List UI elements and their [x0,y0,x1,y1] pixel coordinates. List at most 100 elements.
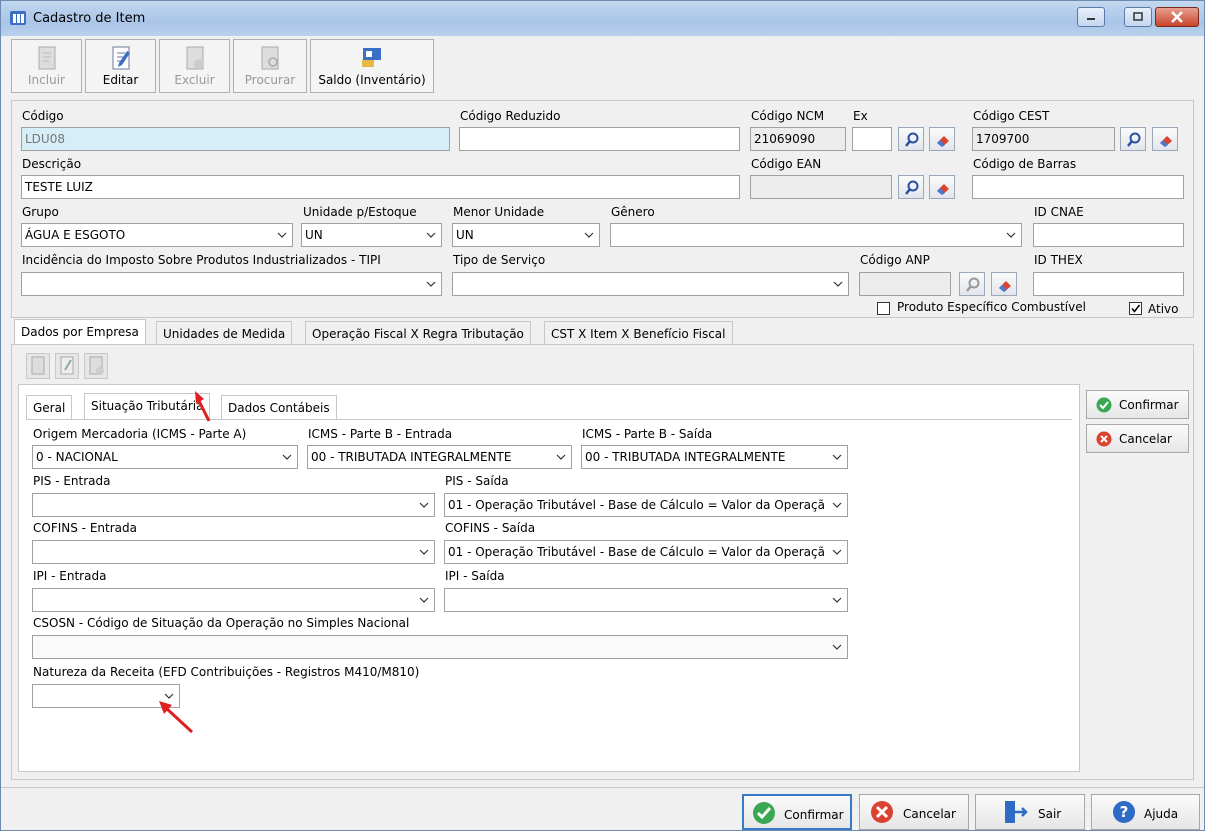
servico-select[interactable] [452,272,849,296]
svg-text:?: ? [1120,803,1129,821]
chevron-down-icon [419,502,429,508]
cest-search-button[interactable] [1120,127,1146,151]
chevron-down-icon [832,454,842,460]
cest-field[interactable]: 1709700 [972,127,1115,151]
chevron-down-icon [833,281,843,287]
tipi-select[interactable] [21,272,442,296]
edit-document-icon [112,46,130,70]
saldo-inventario-button[interactable]: Saldo (Inventário) [310,39,434,93]
annotation-arrow-natureza [159,701,194,734]
ipi-entrada-select[interactable] [32,588,435,612]
tab-cst-beneficio[interactable]: CST X Item X Benefício Fiscal [544,321,733,345]
ncm-field[interactable]: 21069090 [750,127,846,151]
cancelar-button[interactable]: Cancelar [859,794,969,830]
grupo-select[interactable]: ÁGUA E ESGOTO [21,223,293,247]
side-cancelar-button[interactable]: Cancelar [1086,424,1189,453]
pis-entrada-select[interactable] [32,493,435,517]
unidade-select[interactable]: UN [301,223,442,247]
origem-select[interactable]: 0 - NACIONAL [32,445,298,469]
cnae-field[interactable] [1033,223,1184,247]
close-window-button[interactable] [1155,7,1199,27]
delete-document-icon [89,356,104,375]
ncm-search-button[interactable] [898,127,924,151]
ativo-label: Ativo [1148,302,1179,316]
chevron-down-icon [426,232,436,238]
chevron-down-icon [419,597,429,603]
codigo-reduzido-field[interactable] [459,127,740,151]
cofins-entrada-select[interactable] [32,540,435,564]
combustivel-label: Produto Específico Combustível [897,300,1086,314]
inventory-icon [362,48,381,67]
tab-unidades-de-medida[interactable]: Unidades de Medida [156,321,293,345]
search-icon [1127,132,1141,147]
cnae-label: ID CNAE [1034,205,1084,219]
ncm-clear-button[interactable] [929,127,955,151]
barras-label: Código de Barras [973,157,1077,171]
barras-field[interactable] [972,175,1184,199]
chevron-down-icon [831,499,843,511]
ean-field[interactable] [750,175,892,199]
window-title: Cadastro de Item [33,11,146,26]
editar-button[interactable]: Editar [85,39,156,93]
genero-select[interactable] [610,223,1022,247]
delete-document-icon [186,46,204,70]
codigo-field[interactable]: LDU08 [21,127,450,151]
confirmar-button[interactable]: Confirmar [742,794,852,830]
menor-unidade-select[interactable]: UN [452,223,600,247]
ipi-saida-select[interactable] [444,588,848,612]
cofins-saida-select[interactable]: 01 - Operação Tributável - Base de Cálcu… [444,540,848,564]
edit-document-icon [60,356,74,375]
sub-excluir-button[interactable] [84,353,108,379]
icms-entrada-select[interactable]: 00 - TRIBUTADA INTEGRALMENTE [307,445,572,469]
cofins-entrada-label: COFINS - Entrada [33,521,137,535]
pis-saida-select[interactable]: 01 - Operação Tributável - Base de Cálcu… [444,493,848,517]
excluir-button[interactable]: Excluir [159,39,230,93]
csosn-select[interactable] [32,635,848,659]
chevron-down-icon [426,281,436,287]
help-icon: ? [1113,801,1135,823]
thex-field[interactable] [1033,272,1184,296]
cancel-circle-icon [1096,431,1112,447]
anp-label: Código ANP [860,253,930,267]
subtab-geral[interactable]: Geral [26,395,73,419]
origem-label: Origem Mercadoria (ICMS - Parte A) [33,427,247,441]
ipi-entrada-label: IPI - Entrada [33,569,107,583]
chevron-down-icon [832,644,842,650]
sub-editar-button[interactable] [55,353,79,379]
eraser-icon [1160,136,1172,147]
codigo-label: Código [22,109,64,123]
ex-field[interactable] [852,127,892,151]
sub-incluir-button[interactable] [26,353,50,379]
chevron-down-icon [277,232,287,238]
combustivel-checkbox[interactable] [877,302,890,315]
bottom-divider [1,787,1204,788]
close-icon [1171,11,1183,23]
unidade-label: Unidade p/Estoque [303,205,417,219]
icms-saida-select[interactable]: 00 - TRIBUTADA INTEGRALMENTE [581,445,848,469]
anp-clear-button[interactable] [991,272,1017,296]
grupo-label: Grupo [22,205,59,219]
ean-clear-button[interactable] [929,175,955,199]
tab-dados-por-empresa[interactable]: Dados por Empresa [14,319,146,345]
side-confirmar-button[interactable]: Confirmar [1086,390,1189,419]
cest-clear-button[interactable] [1152,127,1178,151]
descricao-field[interactable]: TESTE LUIZ [21,175,740,199]
sair-button[interactable]: Sair [975,794,1085,830]
thex-label: ID THEX [1034,253,1083,267]
ean-search-button[interactable] [898,175,924,199]
chevron-down-icon [282,454,292,460]
ajuda-button[interactable]: ? Ajuda [1091,794,1200,830]
minimize-button[interactable] [1077,7,1105,27]
anp-field[interactable] [859,272,951,296]
tipi-label: Incidência do Imposto Sobre Produtos Ind… [22,253,381,267]
tab-operacao-fiscal[interactable]: Operação Fiscal X Regra Tributação [305,321,531,345]
incluir-button[interactable]: Incluir [11,39,82,93]
anp-search-button[interactable] [959,272,985,296]
chevron-down-icon [556,454,566,460]
maximize-button[interactable] [1124,7,1152,27]
cest-label: Código CEST [973,109,1050,123]
ativo-checkbox[interactable] [1129,302,1142,315]
procurar-button[interactable]: Procurar [233,39,307,93]
subtab-dados-contabeis[interactable]: Dados Contábeis [221,395,337,419]
exit-door-icon [1005,801,1028,823]
